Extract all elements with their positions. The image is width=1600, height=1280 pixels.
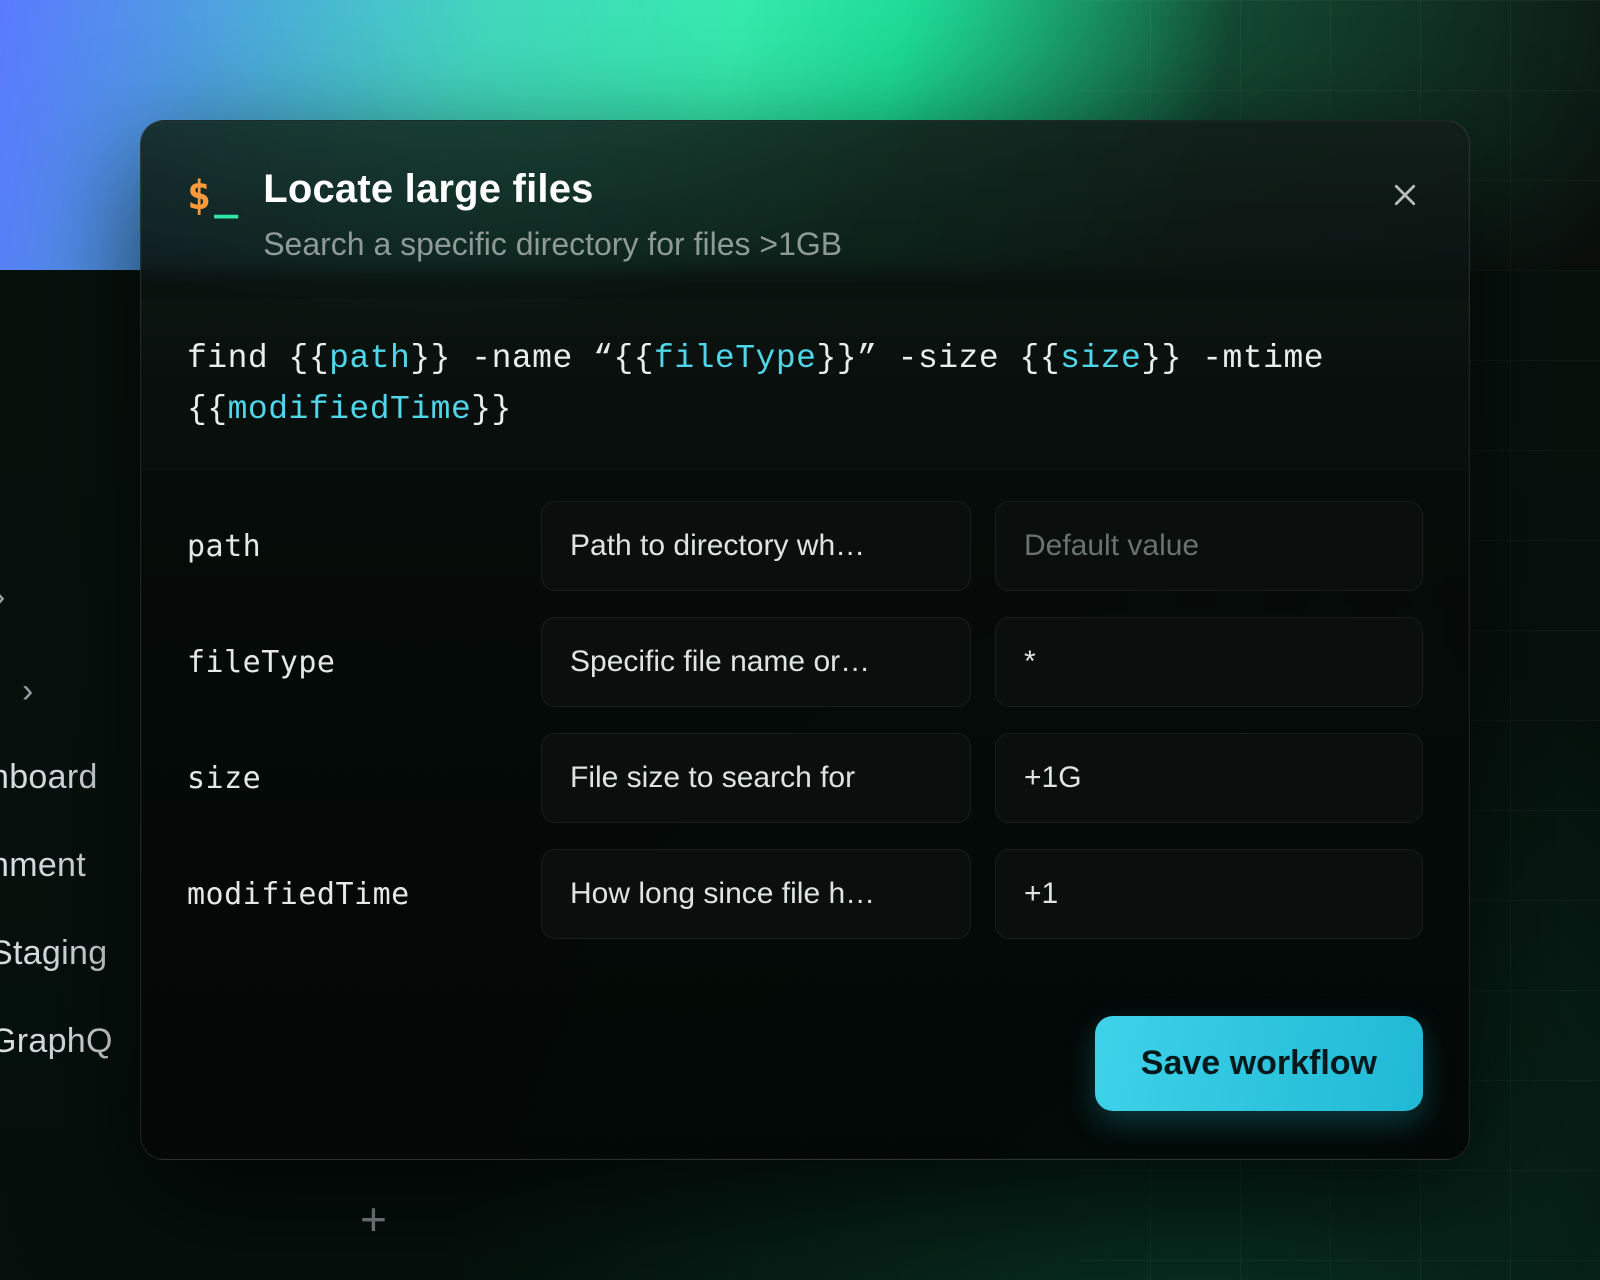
close-icon (1390, 180, 1420, 210)
template-text: {{ (187, 391, 228, 428)
template-var-path: path (329, 340, 410, 377)
template-text: {{ (613, 340, 654, 377)
template-text: -mtime (1182, 340, 1344, 377)
template-var-fileType: fileType (654, 340, 816, 377)
template-text: {{ (289, 340, 330, 377)
save-workflow-button[interactable]: Save workflow (1095, 1016, 1423, 1111)
modal-title: Locate large files (263, 167, 842, 212)
sidebar-item-environment[interactable]: nment (0, 848, 113, 882)
command-template[interactable]: find {{path}} -name “{{fileType}}” -size… (141, 299, 1469, 471)
template-text: ” -size (857, 340, 1019, 377)
modal-subtitle: Search a specific directory for files >1… (263, 226, 842, 263)
template-text: {{ (1020, 340, 1061, 377)
chevron-right-icon[interactable]: › (0, 580, 117, 614)
template-text: }} (410, 340, 451, 377)
close-button[interactable] (1383, 173, 1427, 217)
template-text: }} (471, 391, 512, 428)
workflow-editor-modal: $_ Locate large files Search a specific … (140, 120, 1470, 1160)
param-description-input[interactable]: How long since file h… (541, 849, 971, 939)
template-text: }} (1141, 340, 1182, 377)
param-name: fileType (187, 645, 517, 680)
param-row-path: path Path to directory wh… Default value (187, 501, 1423, 591)
plus-icon[interactable]: + (360, 1192, 387, 1246)
modal-footer: Save workflow (141, 1016, 1469, 1159)
template-text: find (187, 340, 289, 377)
param-description-input[interactable]: File size to search for (541, 733, 971, 823)
param-name: path (187, 529, 517, 564)
param-description-input[interactable]: Path to directory wh… (541, 501, 971, 591)
sidebar-item-staging[interactable]: Staging (0, 936, 113, 970)
terminal-prompt-icon: $_ (187, 173, 237, 219)
param-row-modifiedTime: modifiedTime How long since file h… +1 (187, 849, 1423, 939)
template-text: -name “ (451, 340, 613, 377)
param-default-input[interactable]: +1G (995, 733, 1423, 823)
template-var-modifiedTime: modifiedTime (228, 391, 472, 428)
param-default-input[interactable]: +1 (995, 849, 1423, 939)
template-text: }} (816, 340, 857, 377)
param-name: modifiedTime (187, 877, 517, 912)
sidebar-item-graphql[interactable]: GraphQ (0, 1024, 113, 1058)
param-row-size: size File size to search for +1G (187, 733, 1423, 823)
chevron-right-icon[interactable]: › (22, 674, 123, 708)
param-default-input[interactable]: * (995, 617, 1423, 707)
parameter-list: path Path to directory wh… Default value fi… (141, 471, 1469, 949)
sidebar-fragment: › › nboard nment Staging GraphQ (0, 580, 123, 1112)
modal-header: $_ Locate large files Search a specific … (141, 121, 1469, 293)
param-default-input[interactable]: Default value (995, 501, 1423, 591)
template-var-size: size (1060, 340, 1141, 377)
param-name: size (187, 761, 517, 796)
param-description-input[interactable]: Specific file name or… (541, 617, 971, 707)
sidebar-item-dashboard[interactable]: nboard (0, 760, 113, 794)
param-row-fileType: fileType Specific file name or… * (187, 617, 1423, 707)
